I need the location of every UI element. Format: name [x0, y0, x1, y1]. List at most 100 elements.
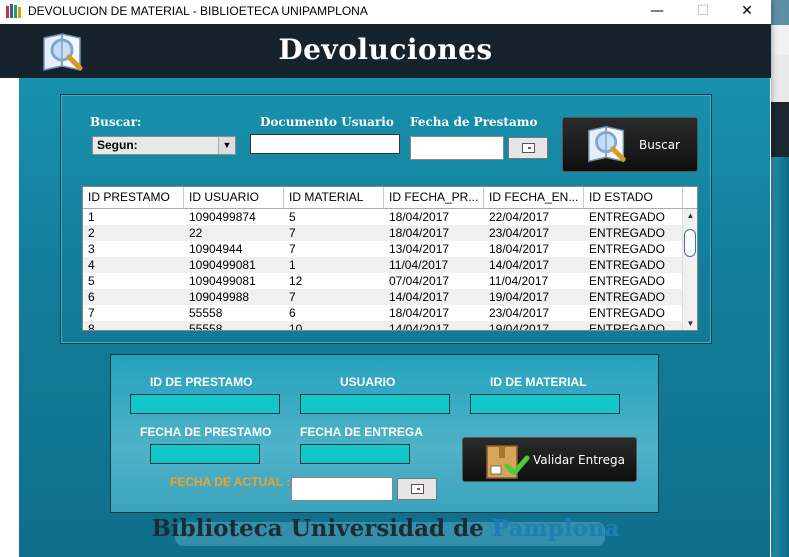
page-title: Devoluciones — [278, 33, 493, 66]
table-cell: 8 — [88, 322, 95, 331]
maximize-button[interactable]: ☐ — [680, 0, 726, 24]
devolucion-window: DEVOLUCION DE MATERIAL - BIBLIOETECA UNI… — [0, 0, 771, 557]
table-row[interactable]: 7 55558 6 18/04/2017 23/04/2017 ENTREGADO — [83, 305, 682, 321]
fecha-prestamo-calendar-button[interactable] — [508, 137, 548, 159]
fecha-prestamo-field[interactable] — [150, 444, 260, 464]
table-cell: 11/04/2017 — [389, 258, 449, 272]
validar-entrega-label: Validar Entrega — [533, 453, 625, 467]
table-cell: 3 — [88, 242, 95, 256]
search-criteria-select[interactable]: Segun: ▼ — [92, 136, 236, 155]
table-cell: 5 — [289, 210, 296, 224]
table-row[interactable]: 6 109049988 7 14/04/2017 19/04/2017 ENTREGADO — [83, 289, 682, 305]
close-button[interactable]: ✕ — [724, 0, 770, 24]
table-cell: 7 — [289, 226, 296, 240]
table-row[interactable]: 3 10904944 7 13/04/2017 18/04/2017 ENTREGADO — [83, 241, 682, 257]
scroll-thumb[interactable] — [684, 229, 696, 257]
column-header[interactable]: ID USUARIO — [184, 187, 284, 208]
table-cell: 6 — [88, 290, 95, 304]
table-cell: 5 — [88, 274, 95, 288]
fecha-entrega-field[interactable] — [300, 444, 410, 464]
table-cell: 10904944 — [189, 242, 243, 256]
table-cell: 18/04/2017 — [389, 226, 450, 240]
column-header[interactable]: ID ESTADO — [584, 187, 683, 208]
buscar-button[interactable]: Buscar — [562, 117, 698, 172]
footer-title: Biblioteca Universidad de Pamplona — [0, 515, 771, 542]
fecha-entrega-label: FECHA DE ENTREGA — [300, 425, 423, 439]
table-cell: 18/04/2017 — [389, 306, 450, 320]
documento-usuario-label: Documento Usuario — [260, 115, 394, 129]
id-material-label: ID DE MATERIAL — [490, 375, 587, 389]
table-cell: 19/04/2017 — [489, 290, 550, 304]
table-cell: ENTREGADO — [589, 258, 666, 272]
table-cell: 23/04/2017 — [489, 306, 550, 320]
fecha-prestamo-search-input[interactable] — [410, 136, 504, 160]
id-material-field[interactable] — [470, 394, 620, 414]
table-cell: 22/04/2017 — [489, 210, 550, 224]
calendar-icon — [411, 484, 424, 494]
column-header[interactable]: ID FECHA_EN... — [484, 187, 584, 208]
table-cell: 109049988 — [189, 290, 250, 304]
scroll-up-icon[interactable]: ▲ — [683, 209, 697, 223]
table-cell: 1090499081 — [189, 274, 256, 288]
header-banner: Devoluciones — [0, 24, 771, 78]
table-cell: ENTREGADO — [589, 322, 666, 331]
table-cell: 23/04/2017 — [489, 226, 550, 240]
table-cell: ENTREGADO — [589, 210, 666, 224]
table-row[interactable]: 4 1090499081 1 11/04/2017 14/04/2017 ENTREGAD… — [83, 257, 682, 273]
book-magnifier-icon — [588, 125, 626, 163]
table-cell: 7 — [289, 290, 296, 304]
table-cell: 13/04/2017 — [389, 242, 450, 256]
usuario-label: USUARIO — [340, 375, 396, 389]
table-cell: 14/04/2017 — [489, 258, 550, 272]
header-corner — [683, 187, 697, 209]
validar-entrega-button[interactable]: Validar Entrega — [462, 437, 637, 482]
table-cell: 1 — [289, 258, 296, 272]
column-header[interactable]: ID PRESTAMO — [83, 187, 184, 208]
table-cell: 11/04/2017 — [489, 274, 549, 288]
id-prestamo-field[interactable] — [130, 394, 280, 414]
minimize-button[interactable]: — — [634, 0, 680, 24]
table-cell: 19/04/2017 — [489, 322, 550, 331]
table-scrollbar[interactable]: ▲ ▼ — [682, 209, 697, 330]
search-criteria-value: Segun: — [97, 138, 138, 152]
table-cell: 7 — [88, 306, 95, 320]
table-cell: 4 — [88, 258, 95, 272]
table-cell: 55558 — [189, 322, 223, 331]
scroll-down-icon[interactable]: ▼ — [683, 317, 697, 330]
fecha-actual-calendar-button[interactable] — [397, 478, 437, 500]
chevron-down-icon[interactable]: ▼ — [218, 137, 235, 154]
prestamos-table: ID PRESTAMO ID USUARIO ID MATERIAL ID FE… — [82, 186, 698, 331]
background-panel-right — [770, 157, 789, 557]
documento-usuario-input[interactable] — [250, 134, 400, 154]
footer-text: Biblioteca Universidad de — [151, 515, 492, 542]
table-cell: 10 — [289, 322, 303, 331]
table-cell: 18/04/2017 — [389, 210, 450, 224]
books-icon — [6, 4, 21, 18]
table-row[interactable]: 1 1090499874 5 18/04/2017 22/04/2017 ENTREGAD… — [83, 209, 682, 225]
fecha-prestamo-label: FECHA DE PRESTAMO — [140, 425, 272, 439]
table-cell: ENTREGADO — [589, 226, 666, 240]
column-header[interactable]: ID FECHA_PR... — [384, 187, 484, 208]
table-row[interactable]: 5 1090499081 12 07/04/2017 11/04/2017 ENTREGA… — [83, 273, 682, 289]
table-cell: 7 — [289, 242, 296, 256]
footer-highlight: Pamplona — [491, 515, 620, 542]
table-body: 1 1090499874 5 18/04/2017 22/04/2017 ENTREGAD… — [83, 209, 682, 331]
table-cell: 14/04/2017 — [389, 322, 450, 331]
table-row[interactable]: 8 55558 10 14/04/2017 19/04/2017 ENTREGADO — [83, 321, 682, 331]
package-check-icon — [486, 445, 530, 479]
fecha-prestamo-search-label: Fecha de Prestamo — [410, 115, 538, 129]
id-prestamo-label: ID DE PRESTAMO — [150, 375, 253, 389]
column-header[interactable]: ID MATERIAL — [284, 187, 384, 208]
table-cell: 12 — [289, 274, 303, 288]
table-row[interactable]: 2 22 7 18/04/2017 23/04/2017 ENTREGADO — [83, 225, 682, 241]
table-cell: 1090499874 — [189, 210, 256, 224]
table-cell: 55558 — [189, 306, 223, 320]
usuario-field[interactable] — [300, 394, 450, 414]
table-cell: 1 — [88, 210, 95, 224]
table-cell: 14/04/2017 — [389, 290, 450, 304]
table-cell: 07/04/2017 — [389, 274, 450, 288]
buscar-label: Buscar: — [90, 115, 142, 129]
fecha-actual-label: FECHA DE ACTUAL : — [170, 475, 291, 489]
table-cell: 1090499081 — [189, 258, 256, 272]
fecha-actual-input[interactable] — [291, 477, 393, 501]
